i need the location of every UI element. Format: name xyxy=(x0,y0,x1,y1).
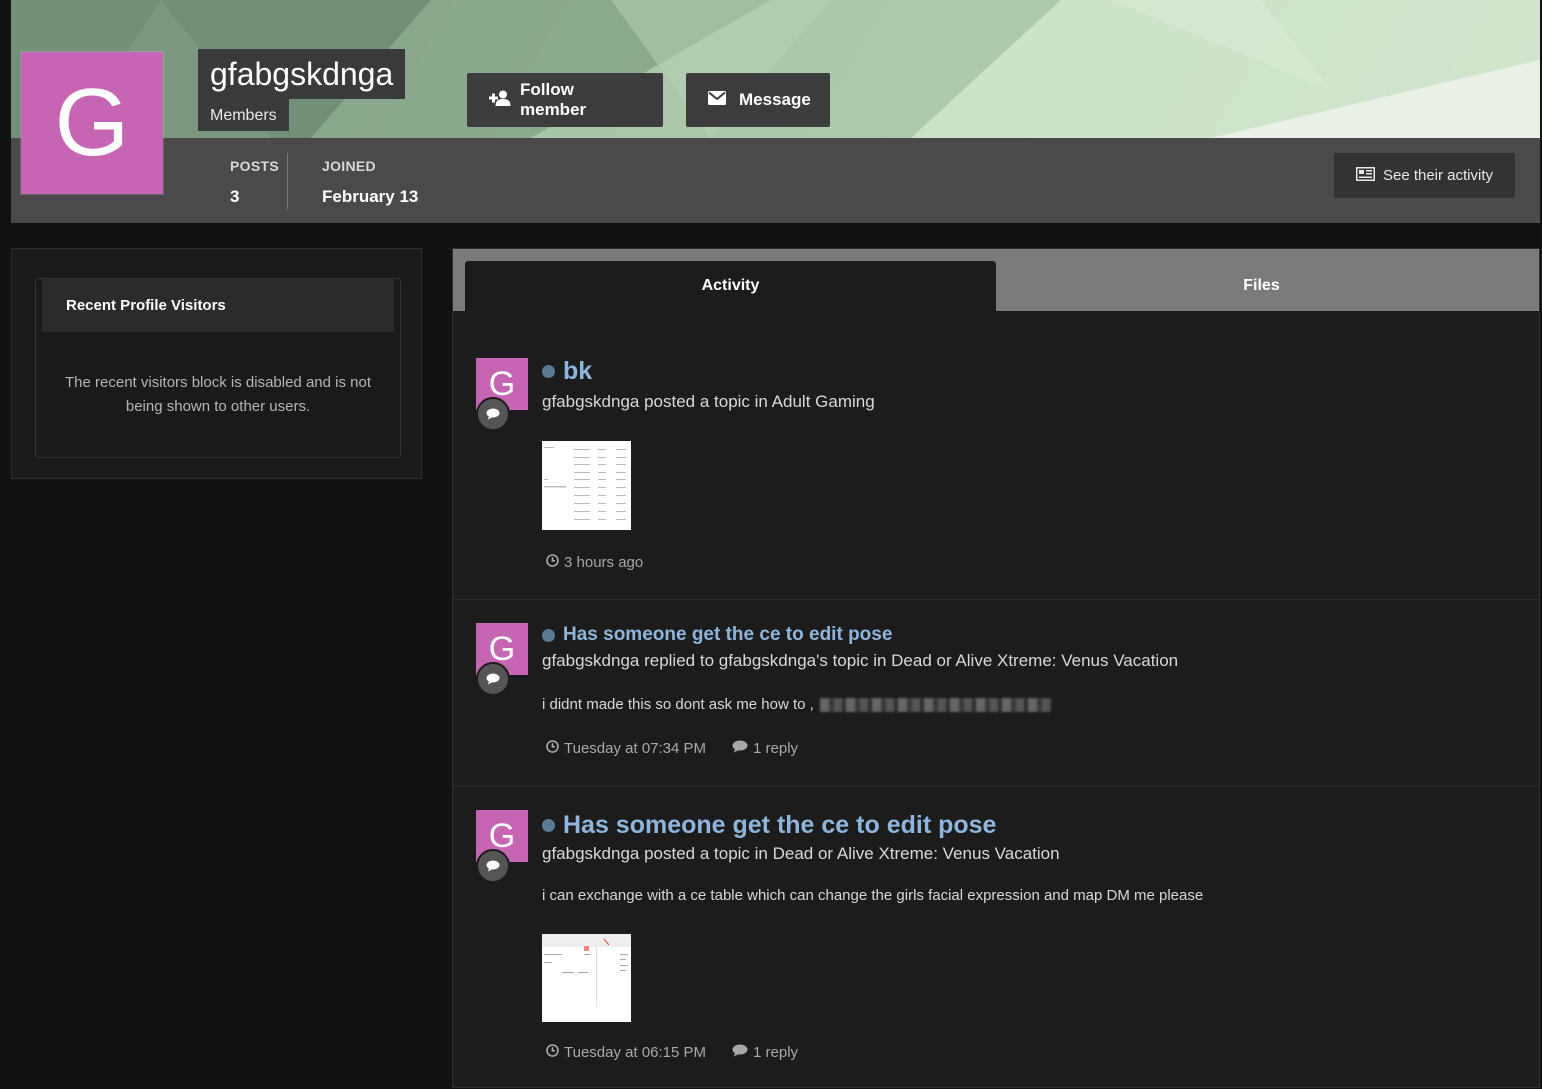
item-footer: Tuesday at 07:34 PM 1 reply xyxy=(546,740,798,757)
item-meta: gfabgskdnga replied to gfabgskdnga's top… xyxy=(542,651,1179,670)
attachment-thumbnail[interactable] xyxy=(542,441,631,530)
stat-joined-label: JOINED xyxy=(322,158,376,174)
profile-tabs: Activity Files xyxy=(453,249,1539,311)
item-time-text: Tuesday at 06:15 PM xyxy=(564,1044,707,1061)
item-footer: Tuesday at 06:15 PM 1 reply xyxy=(546,1044,798,1061)
message-label: Message xyxy=(739,90,811,109)
stat-posts: POSTS 3 xyxy=(230,158,279,207)
widget-message: The recent visitors block is disabled an… xyxy=(65,374,371,415)
activity-item: G Has someone get the ce to edit pose gf… xyxy=(453,787,1539,1089)
recent-visitors-widget: Recent Profile Visitors The recent visit… xyxy=(35,278,401,458)
item-meta: gfabgskdnga posted a topic in Adult Gami… xyxy=(542,392,875,411)
stat-posts-value: 3 xyxy=(230,187,240,206)
item-time-text: Tuesday at 07:34 PM xyxy=(564,740,707,757)
clock-icon xyxy=(546,1044,559,1061)
item-snippet: i can exchange with a ce table which can… xyxy=(542,887,1203,904)
see-activity-label: See their activity xyxy=(1382,167,1494,184)
profile-group[interactable]: Members xyxy=(198,99,289,131)
item-time[interactable]: Tuesday at 06:15 PM xyxy=(546,1044,706,1061)
item-replies-text: 1 reply xyxy=(753,740,799,757)
comment-icon xyxy=(476,662,510,696)
sidebar: Recent Profile Visitors The recent visit… xyxy=(11,248,422,479)
tab-activity[interactable]: Activity xyxy=(465,261,996,311)
item-snippet-text: i can exchange with a ce table which can… xyxy=(542,887,1204,904)
tab-files[interactable]: Files xyxy=(996,261,1527,311)
item-title-text: Has someone get the ce to edit pose xyxy=(563,624,893,645)
stat-divider xyxy=(287,153,288,209)
item-footer: 3 hours ago xyxy=(546,554,643,571)
user-plus-icon xyxy=(489,90,511,111)
item-title-link[interactable]: Has someone get the ce to edit pose xyxy=(542,811,996,840)
item-title-link[interactable]: bk xyxy=(542,357,592,386)
clock-icon xyxy=(546,740,559,757)
profile-username: gfabgskdnga xyxy=(198,49,406,99)
attachment-thumbnail[interactable] xyxy=(542,934,631,1022)
widget-title: Recent Profile Visitors xyxy=(42,279,394,332)
stat-joined: JOINED February 13 xyxy=(322,158,418,207)
item-replies-text: 1 reply xyxy=(753,1044,799,1061)
item-title-text: bk xyxy=(563,357,593,385)
newspaper-icon xyxy=(1355,166,1375,185)
item-time-text: 3 hours ago xyxy=(564,554,644,571)
follow-member-button[interactable]: Follow member xyxy=(467,73,663,127)
reply-bubble-icon xyxy=(732,1044,748,1061)
clock-icon xyxy=(546,554,559,571)
stat-posts-label: POSTS xyxy=(230,158,279,174)
unread-dot-icon xyxy=(542,365,555,378)
unread-dot-icon xyxy=(542,628,555,642)
comment-icon xyxy=(476,397,510,431)
item-snippet-text: i didnt made this so dont ask me how to … xyxy=(542,696,814,713)
stat-joined-value: February 13 xyxy=(322,187,419,206)
envelope-icon xyxy=(708,90,726,110)
item-replies[interactable]: 1 reply xyxy=(732,1044,798,1061)
activity-item: G Has someone get the ce to edit pose gf… xyxy=(453,600,1539,787)
comment-icon xyxy=(476,849,510,883)
main-content: Activity Files G bk gfabgskdnga posted a… xyxy=(452,248,1540,1088)
reply-bubble-icon xyxy=(732,740,748,757)
see-activity-button[interactable]: See their activity xyxy=(1334,153,1515,198)
activity-item: G bk gfabgskdnga posted a topic in Adult… xyxy=(453,311,1539,600)
item-time[interactable]: 3 hours ago xyxy=(546,554,643,571)
item-title-link[interactable]: Has someone get the ce to edit pose xyxy=(542,624,892,646)
message-button[interactable]: Message xyxy=(686,73,830,127)
unread-dot-icon xyxy=(542,819,555,832)
item-replies[interactable]: 1 reply xyxy=(732,740,798,757)
item-title-text: Has someone get the ce to edit pose xyxy=(563,811,997,839)
item-snippet: i didnt made this so dont ask me how to … xyxy=(542,696,1052,713)
profile-avatar[interactable]: G xyxy=(21,52,163,194)
item-meta: gfabgskdnga posted a topic in Dead or Al… xyxy=(542,844,1060,863)
blurred-text xyxy=(819,697,1052,712)
item-time[interactable]: Tuesday at 07:34 PM xyxy=(546,740,706,757)
follow-member-label: Follow member xyxy=(520,80,587,119)
